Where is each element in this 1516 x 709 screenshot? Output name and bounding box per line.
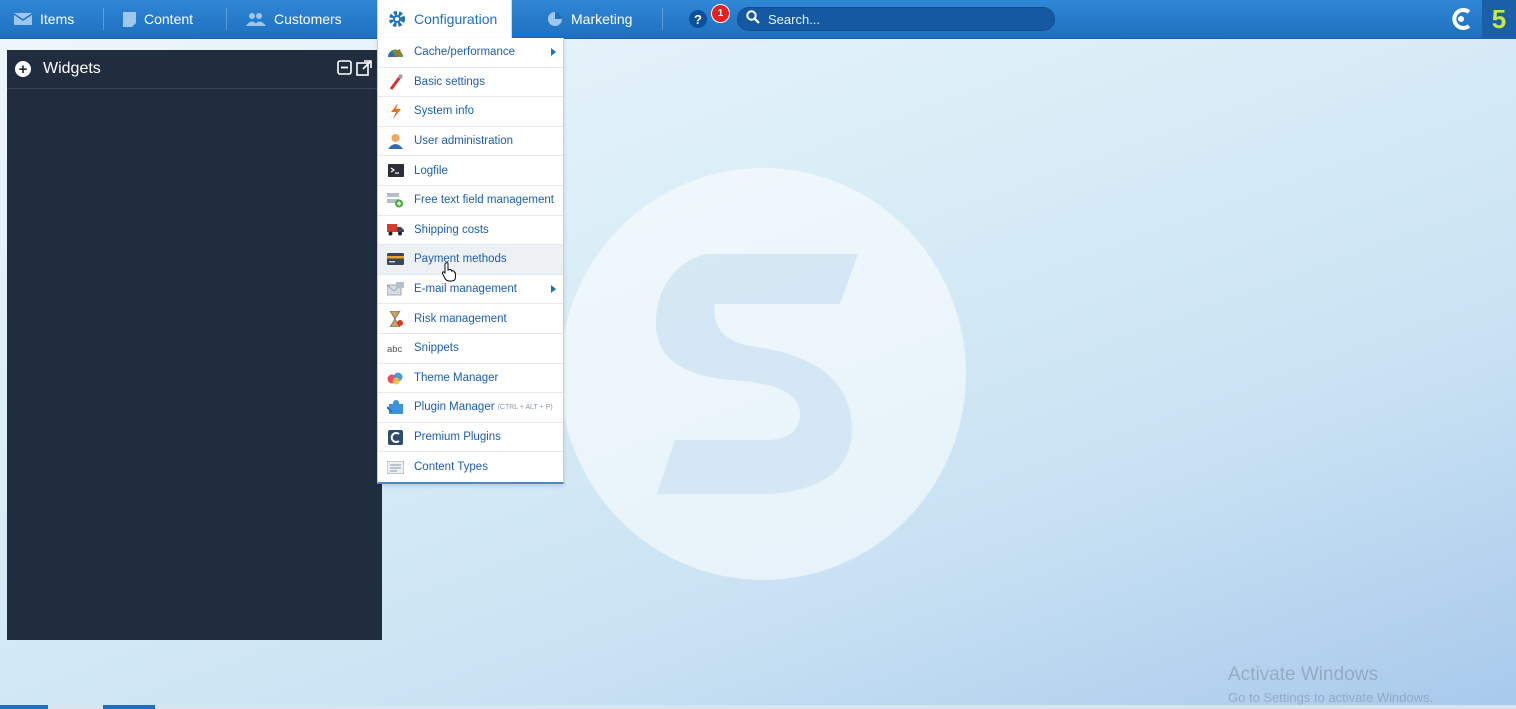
theme-icon <box>387 370 404 385</box>
menu-item-label: Premium Plugins <box>414 431 501 444</box>
nav-marketing[interactable]: Marketing <box>547 0 632 38</box>
menu-item-theme-manager[interactable]: Theme Manager <box>378 364 563 394</box>
keyboard-shortcut: (CTRL + ALT + P) <box>497 403 553 411</box>
menu-item-label: Free text field management <box>414 194 554 207</box>
menu-item-shipping-costs[interactable]: Shipping costs <box>378 216 563 246</box>
hand-cursor-icon <box>441 262 456 287</box>
abc-icon: abc <box>387 341 404 356</box>
inbox-icon <box>14 13 32 25</box>
menu-item-content-types[interactable]: Content Types <box>378 452 563 482</box>
brand-logo[interactable]: 5 <box>1482 0 1516 38</box>
nav-divider <box>226 8 227 30</box>
nav-customers-label: Customers <box>274 11 342 27</box>
users-icon <box>246 12 266 26</box>
menu-item-label: Cache/performance <box>414 46 515 59</box>
menu-item-label: Basic settings <box>414 75 485 88</box>
help-icon[interactable]: ? <box>689 10 707 28</box>
truck-icon <box>387 222 404 237</box>
menu-item-label: Shipping costs <box>414 223 489 236</box>
pie-chart-icon <box>547 11 563 27</box>
lightning-icon <box>387 103 404 120</box>
taskbar-tab[interactable] <box>0 705 48 709</box>
menu-item-label: Snippets <box>414 342 459 355</box>
email-icon <box>387 282 404 297</box>
background-logo-watermark <box>560 168 966 580</box>
activate-windows-title: Activate Windows <box>1228 664 1378 685</box>
configuration-menu: Cache/performance Basic settings System … <box>377 38 564 484</box>
search-box <box>737 7 1055 31</box>
menu-item-payment-methods[interactable]: Payment methods <box>378 245 563 275</box>
credit-card-icon <box>387 252 404 267</box>
menu-item-basic-settings[interactable]: Basic settings <box>378 68 563 98</box>
premium-logo-icon[interactable] <box>1449 8 1473 35</box>
content-types-icon <box>387 460 404 475</box>
nav-content[interactable]: Content <box>123 0 193 38</box>
premium-logo-icon <box>387 429 404 445</box>
speedometer-icon <box>387 45 404 60</box>
widgets-header: + Widgets <box>7 50 382 89</box>
add-widget-icon[interactable]: + <box>15 61 31 77</box>
menu-item-label: Payment methods <box>414 253 507 266</box>
menu-item-label: Content Types <box>414 461 488 474</box>
svg-text:abc: abc <box>387 344 402 354</box>
shopware-logo-icon <box>655 254 858 494</box>
puzzle-icon <box>387 400 404 415</box>
menu-item-label: Logfile <box>414 164 448 177</box>
nav-customers[interactable]: Customers <box>246 0 342 38</box>
nav-items[interactable]: Items <box>14 0 74 38</box>
nav-configuration-label: Configuration <box>414 11 498 27</box>
widgets-tools <box>337 60 372 81</box>
menu-item-premium-plugins[interactable]: Premium Plugins <box>378 423 563 453</box>
widgets-panel: + Widgets <box>7 50 382 640</box>
pop-out-icon[interactable] <box>356 60 372 81</box>
menu-item-label: User administration <box>414 135 514 148</box>
nav-divider <box>662 8 663 30</box>
nav-marketing-label: Marketing <box>571 11 633 27</box>
bottom-taskbar-strip <box>0 705 1516 709</box>
menu-item-system-info[interactable]: System info <box>378 97 563 127</box>
menu-item-label: Theme Manager <box>414 371 499 384</box>
menu-item-email-management[interactable]: E-mail management <box>378 275 563 305</box>
search-icon <box>746 9 760 29</box>
menu-item-label: System info <box>414 105 475 118</box>
notification-badge[interactable]: 1 <box>711 4 730 23</box>
menu-item-risk-management[interactable]: Risk management <box>378 304 563 334</box>
nav-configuration[interactable]: Configuration <box>377 0 513 38</box>
gear-icon <box>388 10 406 28</box>
nav-content-label: Content <box>144 11 194 27</box>
user-icon <box>387 134 404 150</box>
submenu-arrow-icon <box>551 48 556 56</box>
menu-item-cache-performance[interactable]: Cache/performance <box>378 38 563 68</box>
top-navigation-bar: Items Content Customers Configuration Ma… <box>0 0 1516 39</box>
hourglass-icon <box>387 310 404 327</box>
search-input[interactable] <box>766 10 1040 28</box>
menu-item-snippets[interactable]: abc Snippets <box>378 334 563 364</box>
wrench-icon <box>387 74 404 90</box>
widgets-title: Widgets <box>43 60 101 77</box>
menu-item-user-administration[interactable]: User administration <box>378 127 563 157</box>
submenu-arrow-icon <box>551 284 556 293</box>
minimize-icon[interactable] <box>337 60 352 81</box>
menu-item-label: Plugin Manager <box>414 401 495 414</box>
nav-items-label: Items <box>40 11 75 27</box>
menu-item-logfile[interactable]: Logfile <box>378 156 563 186</box>
menu-item-label: E-mail management <box>414 283 517 296</box>
activate-windows-notice: Activate Windows Go to Settings to activ… <box>1228 664 1433 705</box>
menu-item-label: Risk management <box>414 312 507 325</box>
taskbar-tab[interactable] <box>103 705 155 709</box>
document-icon <box>123 11 136 27</box>
terminal-icon <box>387 163 404 178</box>
activate-windows-subtitle: Go to Settings to activate Windows. <box>1228 690 1434 705</box>
menu-item-free-text-field-management[interactable]: Free text field management <box>378 186 563 216</box>
form-add-icon <box>387 193 404 208</box>
nav-divider <box>103 8 104 30</box>
menu-item-plugin-manager[interactable]: Plugin Manager (CTRL + ALT + P) <box>378 393 563 423</box>
